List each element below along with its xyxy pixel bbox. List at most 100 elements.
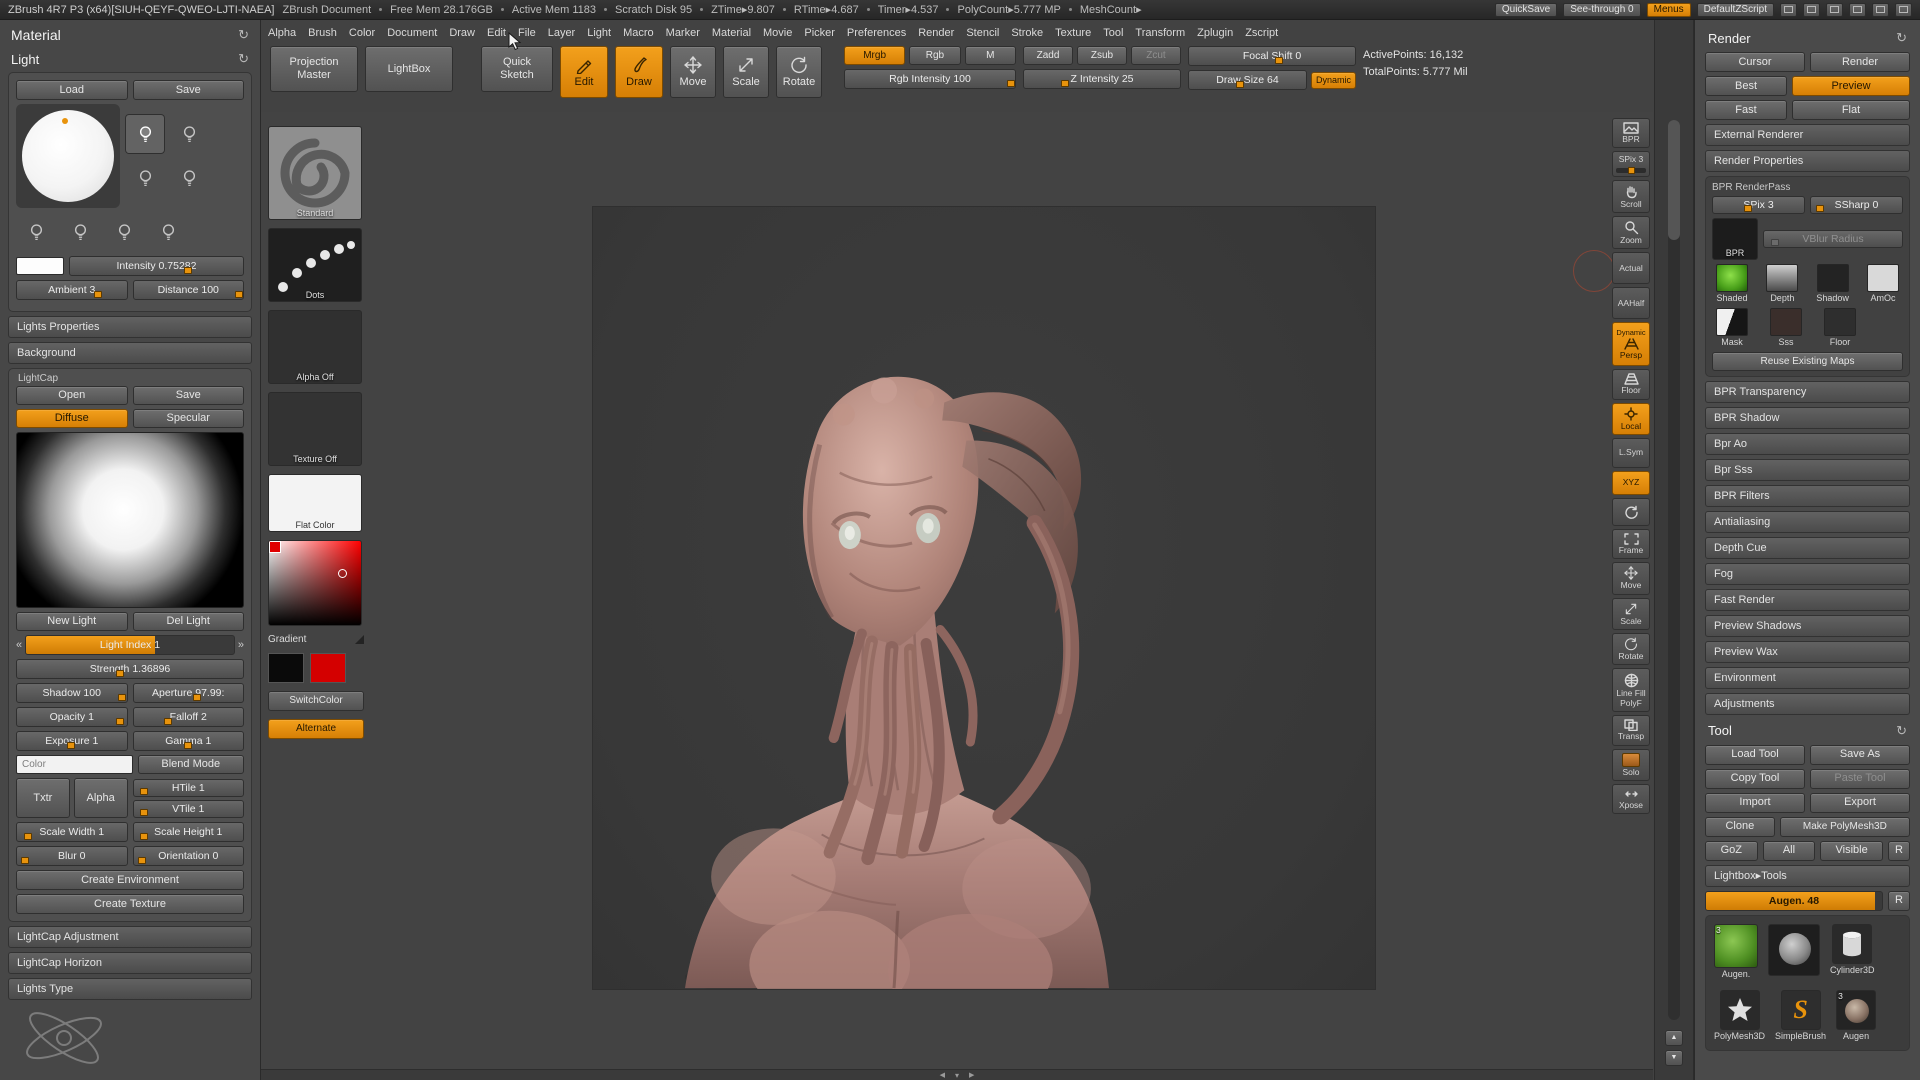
- lightcap-horizon-section[interactable]: LightCap Horizon: [8, 952, 252, 974]
- scale-mode-button[interactable]: Scale: [723, 46, 769, 98]
- scroll-up-button[interactable]: ▲: [1665, 1030, 1683, 1046]
- brush-selector[interactable]: Standard: [268, 126, 362, 220]
- gradient-corner-toggle[interactable]: [355, 635, 364, 644]
- light-toggle-4[interactable]: [169, 158, 209, 198]
- create-texture-button[interactable]: Create Texture: [16, 894, 244, 914]
- menu-transform[interactable]: Transform: [1130, 25, 1190, 41]
- txtr-button[interactable]: Txtr: [16, 778, 70, 818]
- fast-render-button[interactable]: Fast: [1705, 100, 1787, 120]
- light-toggle-6[interactable]: [60, 212, 100, 252]
- menu-draw[interactable]: Draw: [444, 25, 480, 41]
- adjustments-section[interactable]: Adjustments: [1705, 692, 1910, 715]
- lightcap-adjustment-section[interactable]: LightCap Adjustment: [8, 926, 252, 948]
- fast-render-section[interactable]: Fast Render: [1705, 588, 1910, 611]
- lightcap-preview[interactable]: [16, 432, 244, 608]
- preview-render-button[interactable]: Preview: [1792, 76, 1910, 96]
- lightbox-button[interactable]: LightBox: [365, 46, 453, 92]
- pass-sss[interactable]: Sss: [1766, 307, 1806, 348]
- scroll-marker-icon[interactable]: ▾: [955, 1071, 959, 1080]
- m-button[interactable]: M: [964, 46, 1016, 65]
- draw-mode-button[interactable]: Draw: [615, 46, 663, 98]
- document-canvas[interactable]: [592, 206, 1376, 990]
- menu-macro[interactable]: Macro: [618, 25, 659, 41]
- vblur-radius-slider[interactable]: VBlur Radius: [1763, 230, 1903, 248]
- solo-mode-button[interactable]: Solo: [1612, 748, 1650, 782]
- rotate-view-button[interactable]: Rotate: [1612, 633, 1650, 666]
- scale-view-button[interactable]: Scale: [1612, 597, 1650, 631]
- lights-type-section[interactable]: Lights Type: [8, 978, 252, 1000]
- tool-item-cylinder3d[interactable]: Cylinder3D: [1830, 923, 1875, 976]
- light-palette-header[interactable]: Light ↻: [8, 48, 252, 70]
- paste-tool-button[interactable]: Paste Tool: [1810, 768, 1910, 789]
- zadd-button[interactable]: Zadd: [1023, 46, 1073, 65]
- see-through-slider[interactable]: See-through 0: [1563, 2, 1641, 17]
- floor-grid-button[interactable]: Floor: [1612, 369, 1650, 400]
- menu-layer[interactable]: Layer: [543, 25, 581, 41]
- menu-edit[interactable]: Edit: [482, 25, 511, 41]
- goz-r-button[interactable]: R: [1888, 840, 1910, 861]
- lightcap-color-picker[interactable]: Color: [16, 755, 133, 774]
- right-panel-scrollbar[interactable]: [1668, 120, 1680, 1020]
- palette-icon[interactable]: [1895, 2, 1912, 17]
- gradient-label[interactable]: Gradient: [268, 634, 306, 645]
- distance-slider[interactable]: Distance 100: [132, 280, 244, 300]
- scale-height-slider[interactable]: Scale Height 1: [132, 822, 244, 842]
- vtile-slider[interactable]: VTile 1: [132, 799, 244, 818]
- menu-stencil[interactable]: Stencil: [961, 25, 1004, 41]
- opacity-slider[interactable]: Opacity 1: [16, 707, 128, 727]
- tool-item-polymesh3d[interactable]: PolyMesh3D: [1714, 989, 1765, 1042]
- light-toggle-2[interactable]: [169, 114, 209, 154]
- restore-configuration-icon[interactable]: ↻: [238, 51, 249, 67]
- light-toggle-3[interactable]: [125, 158, 165, 198]
- gamma-slider[interactable]: Gamma 1: [132, 731, 244, 751]
- tool-palette-header[interactable]: Tool ↻: [1705, 719, 1910, 743]
- bpr-transparency-section[interactable]: BPR Transparency: [1705, 380, 1910, 403]
- pass-floor[interactable]: Floor: [1820, 307, 1860, 348]
- texture-selector[interactable]: Texture Off: [268, 392, 362, 466]
- light-index-slider[interactable]: Light Index 1: [25, 635, 235, 655]
- dynamic-persp-button[interactable]: Dynamic Persp: [1612, 322, 1650, 367]
- save-as-button[interactable]: Save As: [1810, 744, 1910, 765]
- menu-material[interactable]: Material: [707, 25, 756, 41]
- export-button[interactable]: Export: [1810, 792, 1910, 813]
- light-color-swatch[interactable]: [16, 257, 64, 275]
- scroll-tool-button[interactable]: Scroll: [1612, 179, 1650, 214]
- create-environment-button[interactable]: Create Environment: [16, 870, 244, 890]
- goz-all-button[interactable]: All: [1762, 840, 1816, 861]
- transparency-button[interactable]: Transp: [1612, 715, 1650, 746]
- menu-preferences[interactable]: Preferences: [842, 25, 911, 41]
- bpr-shadow-section[interactable]: BPR Shadow: [1705, 406, 1910, 429]
- material-palette-header[interactable]: Material ↻: [8, 22, 252, 48]
- light-save-button[interactable]: Save: [132, 80, 244, 100]
- orientation-slider[interactable]: Orientation 0: [132, 846, 244, 866]
- render-palette-header[interactable]: Render ↻: [1705, 26, 1910, 50]
- palette-icon[interactable]: [1780, 2, 1797, 17]
- move-mode-button[interactable]: Move: [670, 46, 716, 98]
- menu-marker[interactable]: Marker: [661, 25, 705, 41]
- restore-configuration-icon[interactable]: ↻: [1896, 723, 1907, 739]
- xpose-button[interactable]: Xpose: [1612, 784, 1650, 815]
- pass-depth[interactable]: Depth: [1762, 264, 1802, 304]
- depth-cue-section[interactable]: Depth Cue: [1705, 536, 1910, 559]
- goz-visible-button[interactable]: Visible: [1820, 840, 1883, 861]
- polyframe-button[interactable]: Line Fill PolyF: [1612, 668, 1650, 713]
- flat-color-selector[interactable]: Flat Color: [268, 474, 362, 532]
- bpr-thumbnail-button[interactable]: BPR: [1712, 218, 1758, 260]
- edit-mode-button[interactable]: Edit: [560, 46, 608, 98]
- new-light-button[interactable]: New Light: [16, 612, 128, 631]
- menu-zplugin[interactable]: Zplugin: [1192, 25, 1238, 41]
- local-symmetry-button[interactable]: L.Sym: [1612, 438, 1650, 469]
- lightcap-open-button[interactable]: Open: [16, 386, 128, 405]
- move-view-button[interactable]: Move: [1612, 562, 1650, 595]
- menu-stroke[interactable]: Stroke: [1006, 25, 1048, 41]
- goz-button[interactable]: GoZ: [1705, 840, 1758, 861]
- bpr-spix-slider[interactable]: SPix 3: [1712, 196, 1805, 214]
- canvas-bottom-scrollbar[interactable]: ◀ ▾ ▶: [261, 1069, 1653, 1080]
- scroll-right-arrow-icon[interactable]: ▶: [969, 1071, 974, 1079]
- blend-mode-button[interactable]: Blend Mode: [137, 755, 244, 774]
- light-index-next-button[interactable]: »: [238, 639, 244, 651]
- copy-tool-button[interactable]: Copy Tool: [1705, 768, 1805, 789]
- switch-color-button[interactable]: SwitchColor: [268, 691, 364, 711]
- main-color-swatch[interactable]: [268, 653, 304, 683]
- actual-size-button[interactable]: Actual: [1612, 252, 1650, 285]
